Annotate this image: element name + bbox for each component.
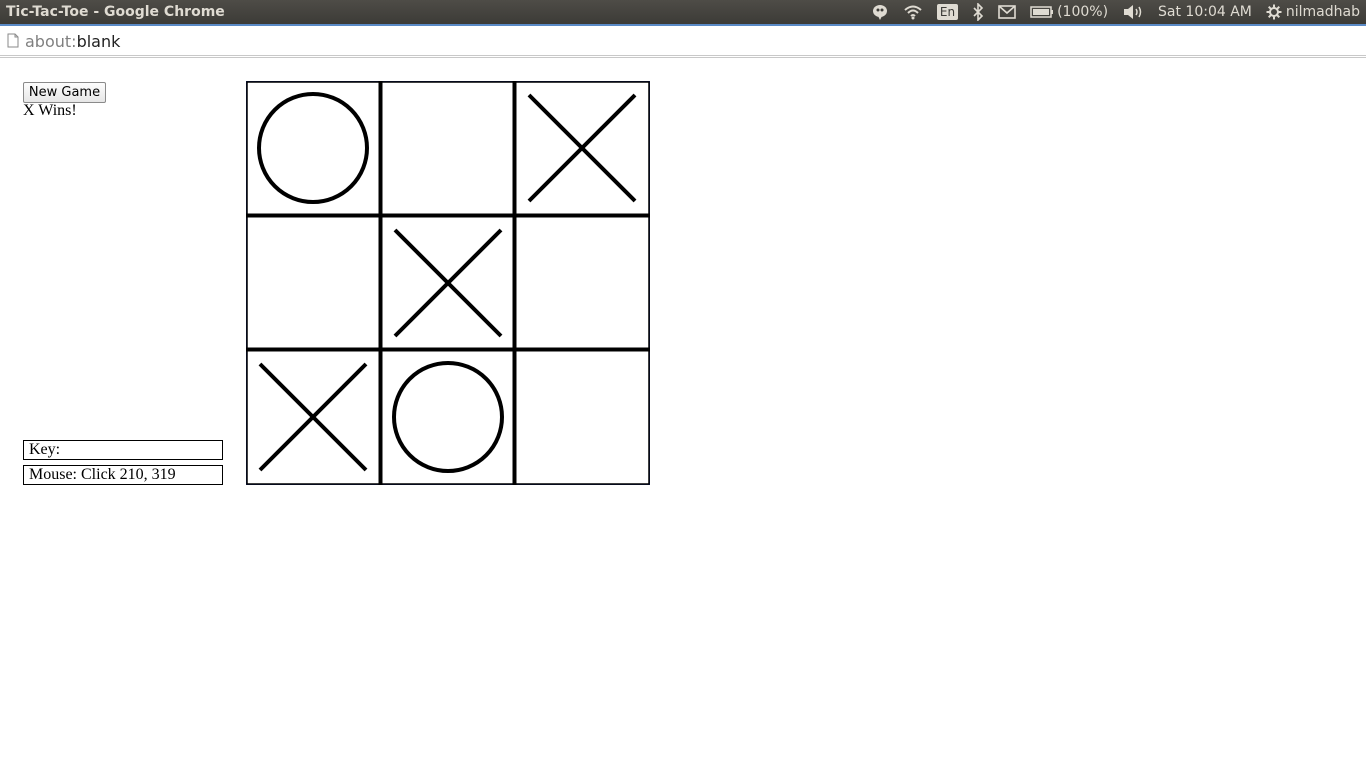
session-menu[interactable]: nilmadhab bbox=[1266, 0, 1360, 24]
chat-icon[interactable] bbox=[871, 0, 889, 24]
bluetooth-icon[interactable] bbox=[972, 0, 984, 24]
clock[interactable]: Sat 10:04 AM bbox=[1158, 0, 1252, 24]
keyboard-layout-label: En bbox=[936, 4, 959, 20]
wifi-icon[interactable] bbox=[903, 0, 923, 24]
game-board[interactable] bbox=[246, 81, 650, 485]
battery-indicator[interactable]: (100%) bbox=[1030, 0, 1108, 24]
top-panel: Tic-Tac-Toe - Google Chrome En (100%) Sa… bbox=[0, 0, 1366, 24]
board-cell-2-2[interactable] bbox=[517, 352, 645, 480]
window-title: Tic-Tac-Toe - Google Chrome bbox=[6, 4, 225, 20]
username: nilmadhab bbox=[1285, 4, 1360, 20]
board-cell-1-0[interactable] bbox=[249, 218, 377, 346]
key-readout: Key: bbox=[23, 440, 223, 460]
url-scheme: about: bbox=[25, 32, 77, 51]
board-cell-0-0[interactable] bbox=[249, 84, 377, 212]
battery-icon bbox=[1030, 6, 1054, 18]
board-cell-1-2[interactable] bbox=[517, 218, 645, 346]
board-marks bbox=[249, 84, 645, 480]
game-status: X Wins! bbox=[23, 102, 77, 119]
keyboard-layout-icon[interactable]: En bbox=[936, 0, 959, 24]
board-cell-0-1[interactable] bbox=[383, 84, 511, 212]
page-content: New Game X Wins! Key: Mouse: Click 210, … bbox=[0, 58, 1366, 768]
url-path: blank bbox=[76, 32, 121, 51]
new-game-button[interactable]: New Game bbox=[23, 82, 106, 103]
address-bar[interactable]: about:blank bbox=[0, 24, 1366, 58]
url-text[interactable]: about:blank bbox=[25, 32, 120, 52]
board-cell-2-1[interactable] bbox=[383, 352, 511, 480]
mail-icon[interactable] bbox=[998, 0, 1016, 24]
volume-icon[interactable] bbox=[1122, 0, 1144, 24]
indicator-area: En (100%) Sat 10:04 AM nilmadhab bbox=[857, 0, 1360, 24]
page-icon bbox=[7, 33, 19, 48]
battery-percent: (100%) bbox=[1057, 4, 1109, 20]
mouse-readout: Mouse: Click 210, 319 bbox=[23, 465, 223, 485]
gear-icon bbox=[1266, 4, 1282, 20]
